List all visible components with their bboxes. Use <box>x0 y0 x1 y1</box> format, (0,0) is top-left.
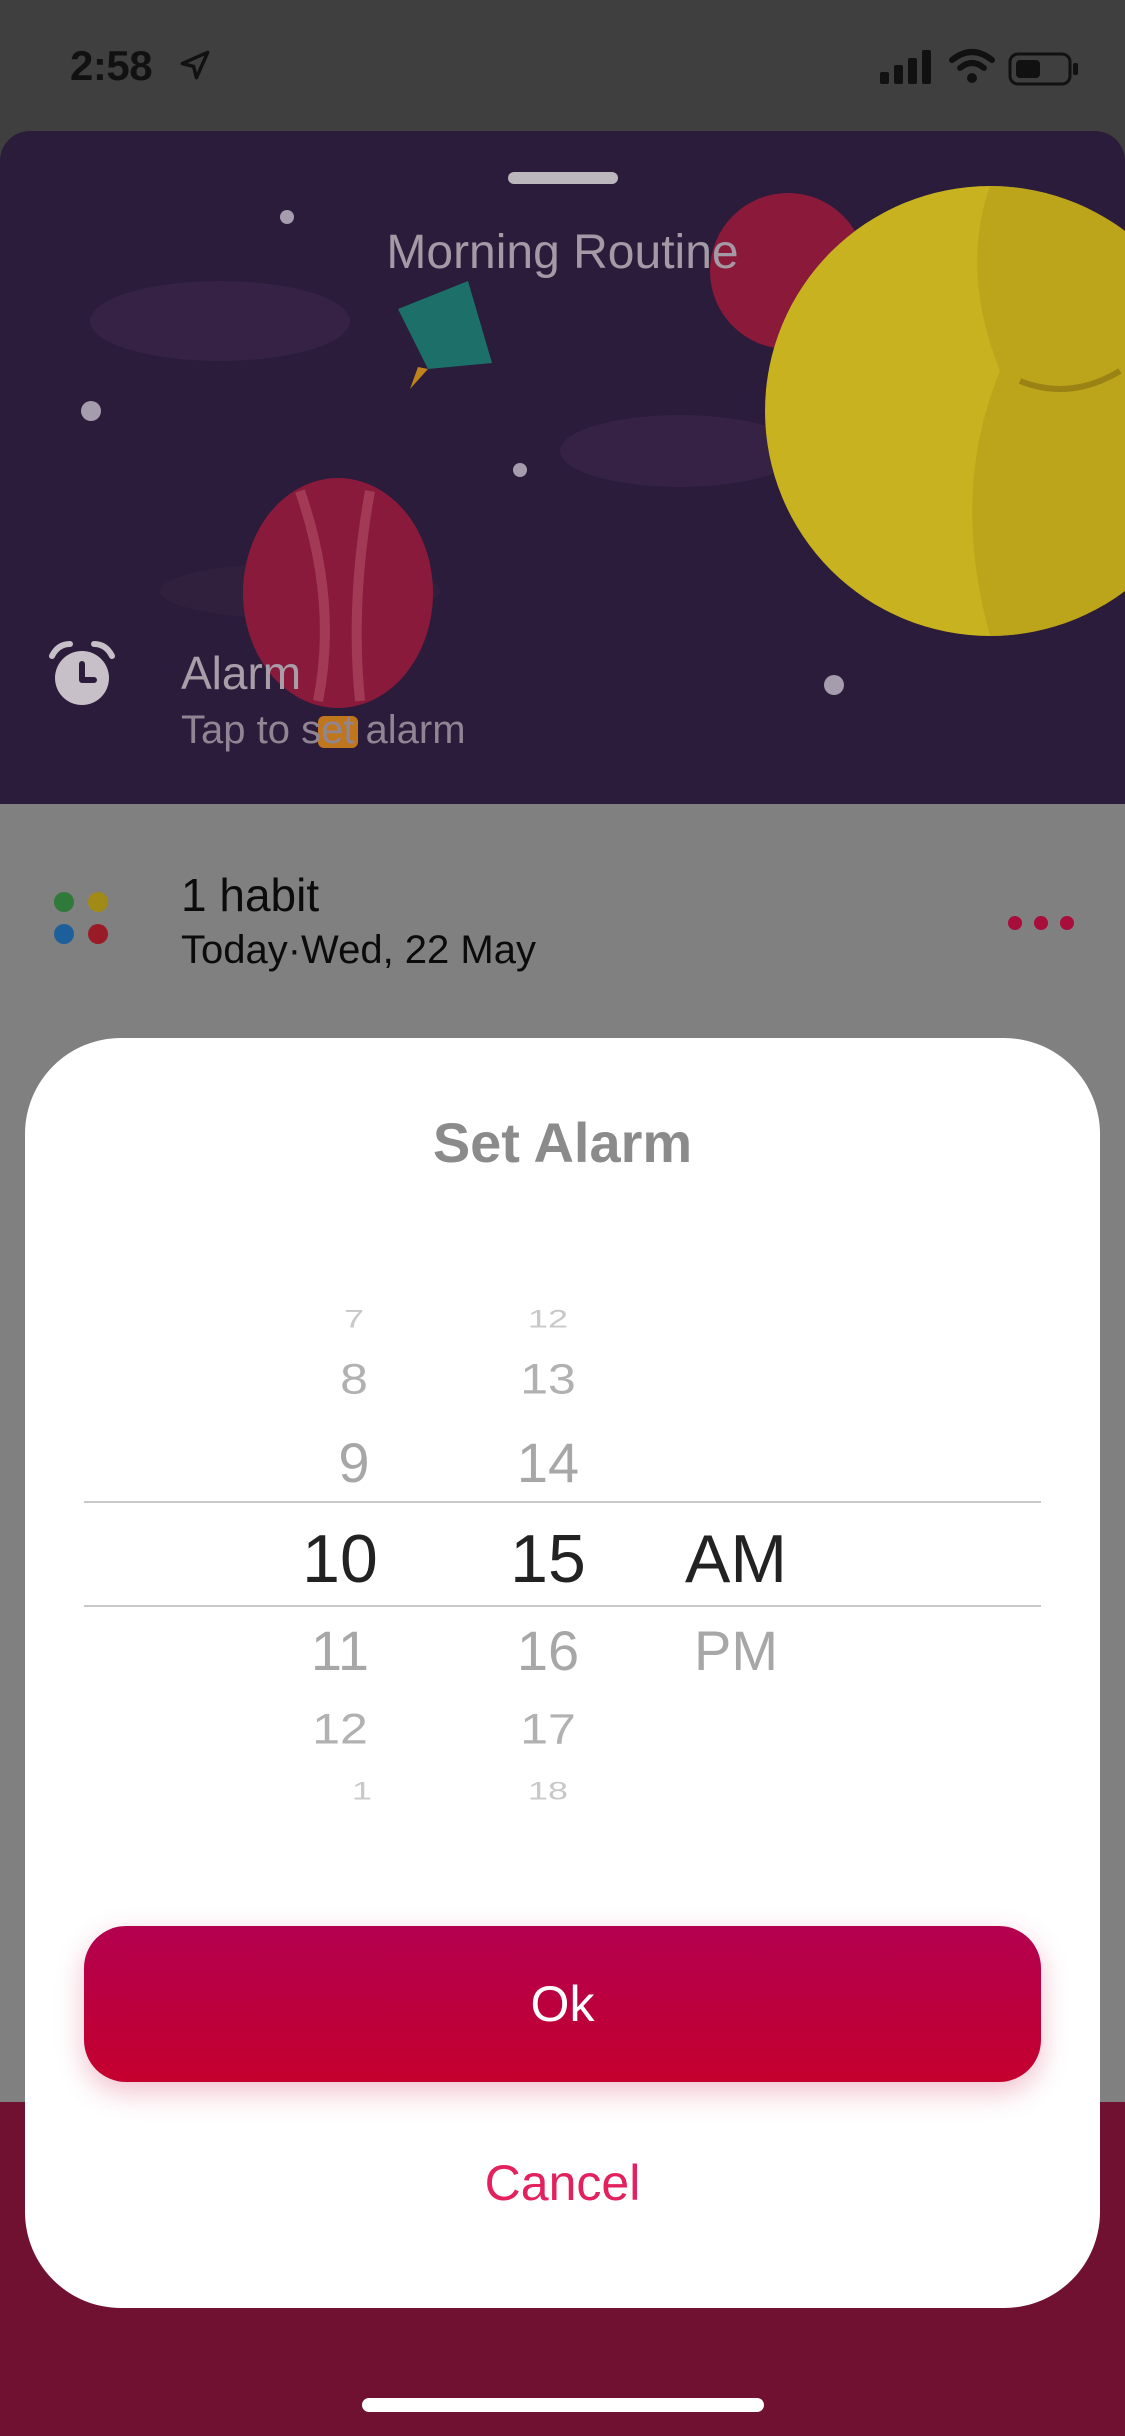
cancel-button[interactable]: Cancel <box>0 2154 1125 2212</box>
alarm-label: Alarm <box>181 647 302 699</box>
grab-handle[interactable] <box>508 172 618 184</box>
minute-option[interactable]: 13 <box>468 1354 628 1403</box>
habit-count[interactable]: 1 habit <box>181 868 319 922</box>
alarm-clock-icon <box>46 638 118 715</box>
hour-option[interactable]: 7 <box>274 1304 434 1333</box>
minute-option[interactable]: 14 <box>468 1430 628 1495</box>
minute-selected[interactable]: 15 <box>468 1520 628 1598</box>
picker-selection-top-line <box>84 1501 1041 1503</box>
hour-option[interactable]: 12 <box>260 1704 420 1753</box>
battery-icon <box>1008 52 1080 91</box>
period-option[interactable]: PM <box>656 1618 816 1683</box>
hour-option[interactable]: 1 <box>282 1776 442 1805</box>
alarm-subtitle: Tap to set alarm <box>181 708 466 752</box>
dialog-title: Set Alarm <box>432 1111 693 1174</box>
wifi-icon <box>948 48 996 89</box>
ok-button[interactable]: Ok <box>84 1926 1041 2082</box>
location-arrow-icon <box>178 48 212 87</box>
minute-option[interactable]: 12 <box>468 1304 628 1333</box>
status-time: 2:58 <box>70 42 153 89</box>
hour-option[interactable]: 11 <box>260 1618 420 1683</box>
routine-title: Morning Routine <box>386 226 739 279</box>
habit-dots-icon <box>52 890 112 955</box>
more-options-icon[interactable] <box>1005 910 1077 941</box>
minute-option[interactable]: 18 <box>468 1776 628 1805</box>
ok-button-label: Ok <box>530 1976 595 2032</box>
picker-selection-bottom-line <box>84 1605 1041 1607</box>
hour-option[interactable]: 9 <box>274 1430 434 1495</box>
period-selected[interactable]: AM <box>656 1520 816 1598</box>
habit-date: Today·Wed, 22 May <box>181 928 536 972</box>
hour-option[interactable]: 8 <box>274 1354 434 1403</box>
hour-selected[interactable]: 10 <box>260 1520 420 1598</box>
signal-icon <box>880 50 936 89</box>
minute-option[interactable]: 16 <box>468 1618 628 1683</box>
home-indicator[interactable] <box>362 2398 764 2412</box>
minute-option[interactable]: 17 <box>468 1704 628 1753</box>
